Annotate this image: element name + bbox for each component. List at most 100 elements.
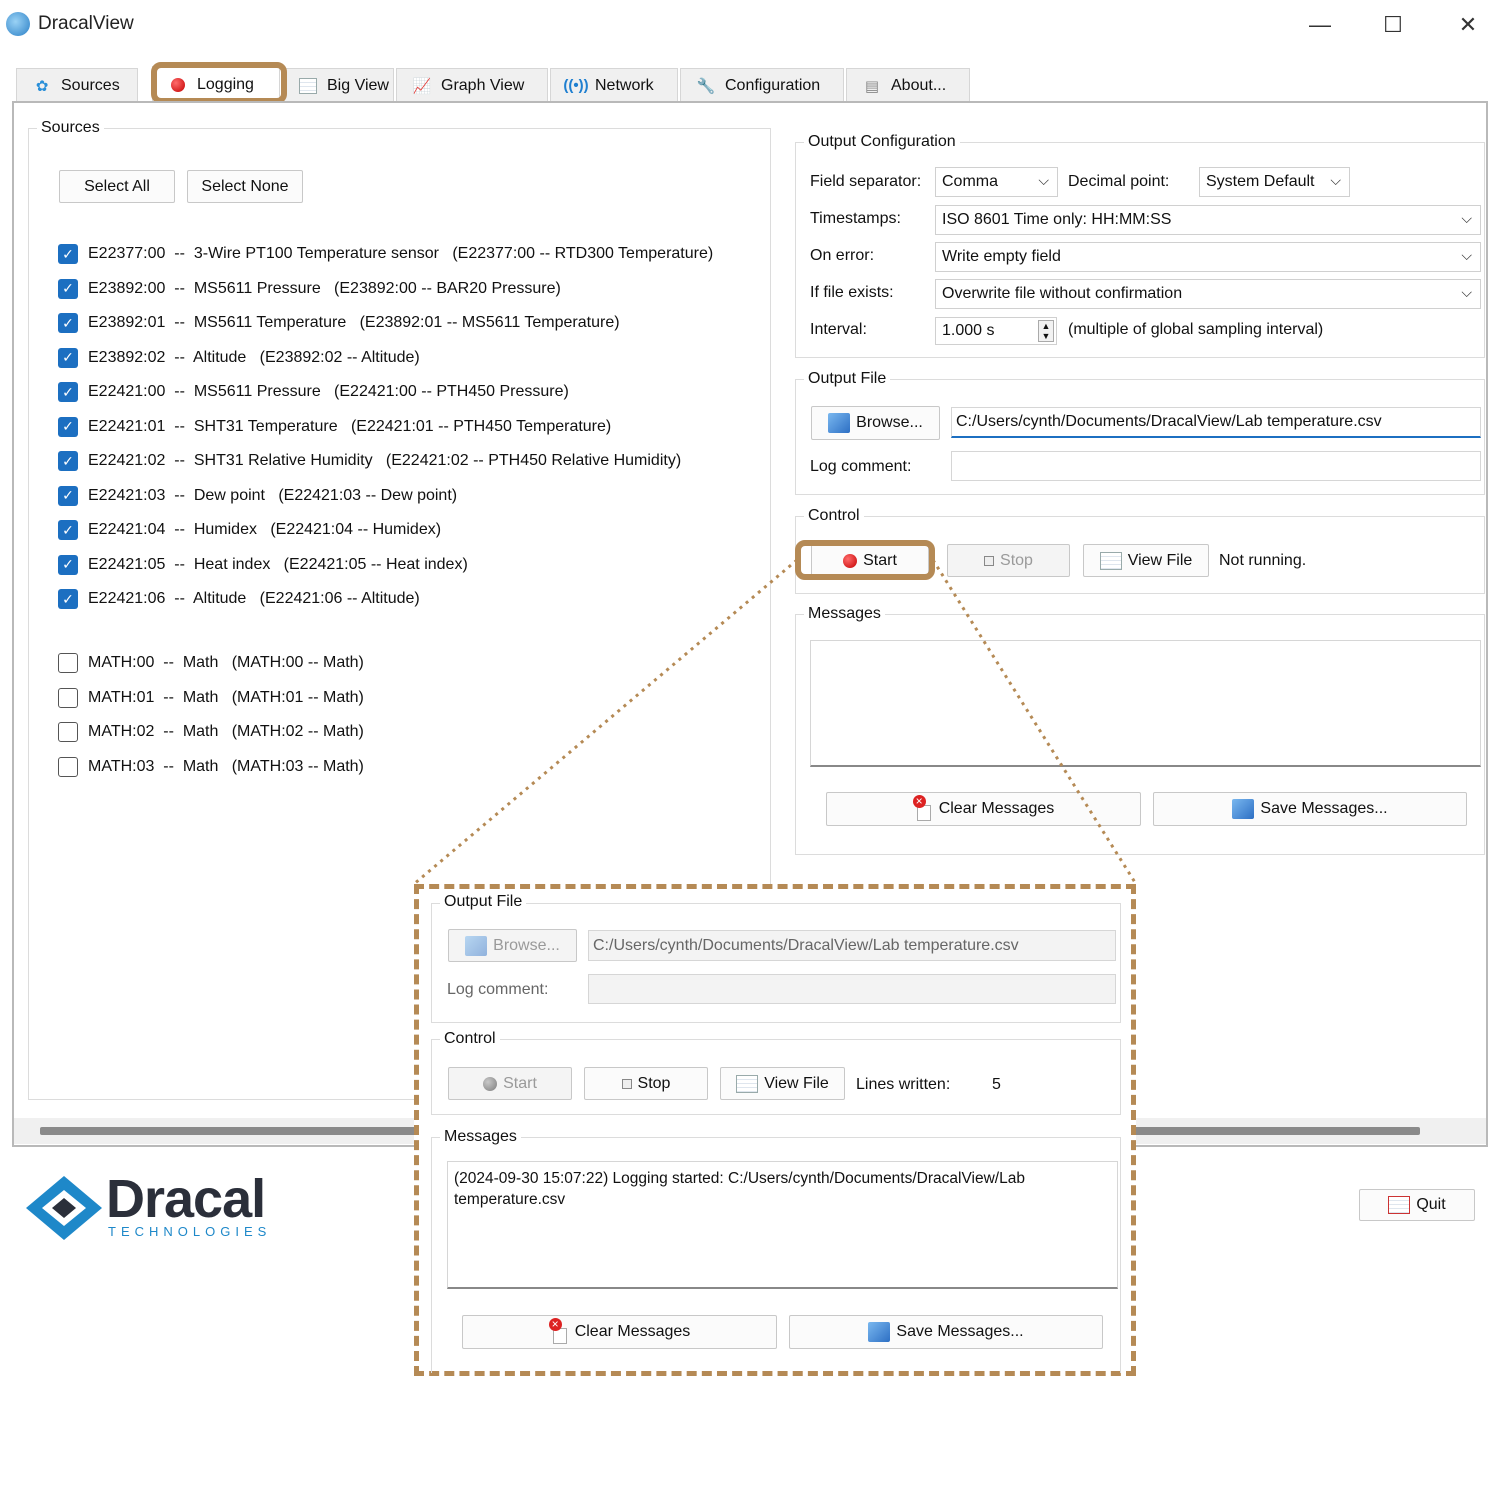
zoom-view-file-button[interactable]: View File bbox=[720, 1067, 845, 1100]
select-none-button[interactable]: Select None bbox=[187, 170, 303, 203]
checkbox-checked[interactable]: ✓ bbox=[58, 485, 78, 506]
checkbox-unchecked[interactable] bbox=[58, 722, 78, 742]
source-item[interactable]: ✓ E22421:00 -- MS5611 Pressure (E22421:00… bbox=[58, 380, 713, 404]
zoom-log-comment-input[interactable] bbox=[588, 974, 1116, 1004]
logo-subtitle: TECHNOLOGIES bbox=[108, 1224, 272, 1239]
checkbox-unchecked[interactable] bbox=[58, 653, 78, 673]
field-separator-label: Field separator: bbox=[810, 173, 922, 190]
tab-sources[interactable]: ✿ Sources bbox=[16, 68, 138, 102]
checkbox-unchecked[interactable] bbox=[58, 756, 78, 777]
start-button-highlight bbox=[795, 540, 935, 580]
timestamps-label: Timestamps: bbox=[810, 210, 901, 227]
zoom-messages-area[interactable]: (2024-09-30 15:07:22) Logging started: C… bbox=[447, 1161, 1118, 1289]
dracal-logo: Dracal TECHNOLOGIES bbox=[24, 1169, 284, 1242]
source-item[interactable]: ✓ E22421:06 -- Altitude (E22421:06 -- Alt… bbox=[58, 587, 713, 611]
tab-big-view[interactable]: Big View bbox=[282, 68, 394, 102]
source-item[interactable]: ✓ E22421:03 -- Dew point (E22421:03 -- De… bbox=[58, 484, 713, 508]
checkbox-unchecked[interactable] bbox=[58, 687, 78, 708]
zoom-log-comment-label: Log comment: bbox=[447, 981, 549, 998]
lines-written-value: 5 bbox=[992, 1076, 1001, 1093]
checkbox-checked[interactable]: ✓ bbox=[58, 520, 78, 540]
zoom-output-file-group bbox=[431, 903, 1121, 1023]
checkbox-checked[interactable]: ✓ bbox=[58, 244, 78, 264]
interval-hint: (multiple of global sampling interval) bbox=[1068, 321, 1324, 338]
save-icon bbox=[1232, 799, 1255, 819]
source-item[interactable]: ✓ E22421:05 -- Heat index (E22421:05 -- H… bbox=[58, 553, 713, 577]
zoom-browse-button[interactable]: Browse... bbox=[448, 929, 577, 962]
tab-label: Configuration bbox=[725, 76, 821, 94]
chevron-down-icon: ⌵ bbox=[1330, 172, 1341, 188]
zoom-clear-messages-button[interactable]: Clear Messages bbox=[462, 1315, 777, 1349]
quit-button[interactable]: Quit bbox=[1359, 1189, 1475, 1221]
if-file-exists-label: If file exists: bbox=[810, 284, 894, 301]
zoom-output-path-input[interactable]: C:/Users/cynth/Documents/DracalView/Lab … bbox=[588, 930, 1116, 961]
source-item[interactable]: ✓ E22421:02 -- SHT31 Relative Humidity (E… bbox=[58, 449, 713, 473]
clear-messages-button[interactable]: Clear Messages bbox=[826, 792, 1141, 826]
decimal-point-select[interactable]: System Default ⌵ bbox=[1199, 167, 1350, 197]
tab-label: Graph View bbox=[441, 76, 525, 94]
view-file-button[interactable]: View File bbox=[1083, 544, 1209, 577]
zoom-stop-button[interactable]: Stop bbox=[584, 1067, 708, 1100]
wrench-icon: 🔧 bbox=[696, 77, 716, 95]
zoom-control-title: Control bbox=[440, 1030, 500, 1048]
zoom-callout: Output File Browse... C:/Users/cynth/Doc… bbox=[414, 884, 1136, 1376]
checkbox-checked[interactable]: ✓ bbox=[58, 589, 78, 609]
tab-label: Network bbox=[595, 76, 654, 94]
messages-area[interactable] bbox=[810, 640, 1481, 767]
source-item[interactable]: MATH:01 -- Math (MATH:01 -- Math) bbox=[58, 686, 364, 710]
checkbox-checked[interactable]: ✓ bbox=[58, 313, 78, 333]
tab-graph-view[interactable]: 📈 Graph View bbox=[396, 68, 548, 102]
source-item[interactable]: ✓ E23892:00 -- MS5611 Pressure (E23892:00… bbox=[58, 277, 713, 301]
logging-tab-highlight bbox=[151, 62, 287, 104]
select-all-button[interactable]: Select All bbox=[59, 170, 175, 203]
output-path-input[interactable]: C:/Users/cynth/Documents/DracalView/Lab … bbox=[951, 407, 1481, 438]
document-icon bbox=[1099, 551, 1122, 570]
on-error-select[interactable]: Write empty field ⌵ bbox=[935, 242, 1481, 272]
source-item[interactable]: ✓ E23892:02 -- Altitude (E23892:02 -- Alt… bbox=[58, 346, 713, 370]
clear-icon bbox=[912, 795, 933, 821]
network-icon: ((•)) bbox=[563, 77, 589, 94]
stop-button[interactable]: Stop bbox=[947, 544, 1070, 577]
maximize-icon[interactable]: ☐ bbox=[1373, 8, 1413, 42]
log-comment-input[interactable] bbox=[951, 451, 1481, 481]
source-item[interactable]: MATH:02 -- Math (MATH:02 -- Math) bbox=[58, 720, 364, 744]
source-item[interactable]: ✓ E22421:04 -- Humidex (E22421:04 -- Humi… bbox=[58, 518, 713, 542]
document-icon bbox=[736, 1074, 759, 1093]
logo-wordmark: Dracal bbox=[106, 1169, 266, 1229]
zoom-save-messages-button[interactable]: Save Messages... bbox=[789, 1315, 1103, 1349]
field-separator-select[interactable]: Comma ⌵ bbox=[935, 167, 1058, 197]
close-icon[interactable]: ✕ bbox=[1448, 8, 1488, 42]
checkbox-checked[interactable]: ✓ bbox=[58, 347, 78, 368]
tab-network[interactable]: ((•)) Network bbox=[550, 68, 678, 102]
checkbox-checked[interactable]: ✓ bbox=[58, 382, 78, 402]
zoom-start-button[interactable]: Start bbox=[448, 1067, 572, 1100]
app-icon bbox=[6, 12, 30, 36]
source-item[interactable]: ✓ E22421:01 -- SHT31 Temperature (E22421:… bbox=[58, 415, 713, 439]
record-icon bbox=[483, 1076, 498, 1091]
source-item[interactable]: MATH:00 -- Math (MATH:00 -- Math) bbox=[58, 651, 364, 675]
source-item[interactable]: ✓ E22377:00 -- 3-Wire PT100 Temperature s… bbox=[58, 242, 713, 266]
browse-button[interactable]: Browse... bbox=[811, 406, 940, 440]
timestamps-select[interactable]: ISO 8601 Time only: HH:MM:SS ⌵ bbox=[935, 205, 1481, 235]
source-item[interactable]: MATH:03 -- Math (MATH:03 -- Math) bbox=[58, 755, 364, 779]
decimal-point-label: Decimal point: bbox=[1068, 173, 1170, 190]
tab-about[interactable]: ▤ About... bbox=[846, 68, 970, 102]
title-bar: DracalView — ☐ ✕ bbox=[0, 0, 1500, 52]
save-messages-button[interactable]: Save Messages... bbox=[1153, 792, 1467, 826]
checkbox-checked[interactable]: ✓ bbox=[58, 554, 78, 575]
source-list-checked: ✓ E22377:00 -- 3-Wire PT100 Temperature s… bbox=[58, 242, 713, 611]
sources-group-title: Sources bbox=[37, 119, 104, 137]
interval-spinbox[interactable]: 1.000 s ▲ ▼ bbox=[935, 317, 1057, 345]
minimize-icon[interactable]: — bbox=[1300, 8, 1340, 42]
stop-icon bbox=[984, 555, 995, 566]
if-file-exists-select[interactable]: Overwrite file without confirmation ⌵ bbox=[935, 279, 1481, 309]
control-title: Control bbox=[804, 507, 864, 525]
checkbox-checked[interactable]: ✓ bbox=[58, 416, 78, 437]
sources-icon: ✿ bbox=[35, 77, 49, 95]
source-item[interactable]: ✓ E23892:01 -- MS5611 Temperature (E23892… bbox=[58, 311, 713, 335]
checkbox-checked[interactable]: ✓ bbox=[58, 451, 78, 471]
output-file-title: Output File bbox=[804, 370, 891, 388]
checkbox-checked[interactable]: ✓ bbox=[58, 278, 78, 299]
tab-configuration[interactable]: 🔧 Configuration bbox=[680, 68, 844, 102]
spinner-arrows-icon[interactable]: ▲ ▼ bbox=[1038, 320, 1054, 342]
